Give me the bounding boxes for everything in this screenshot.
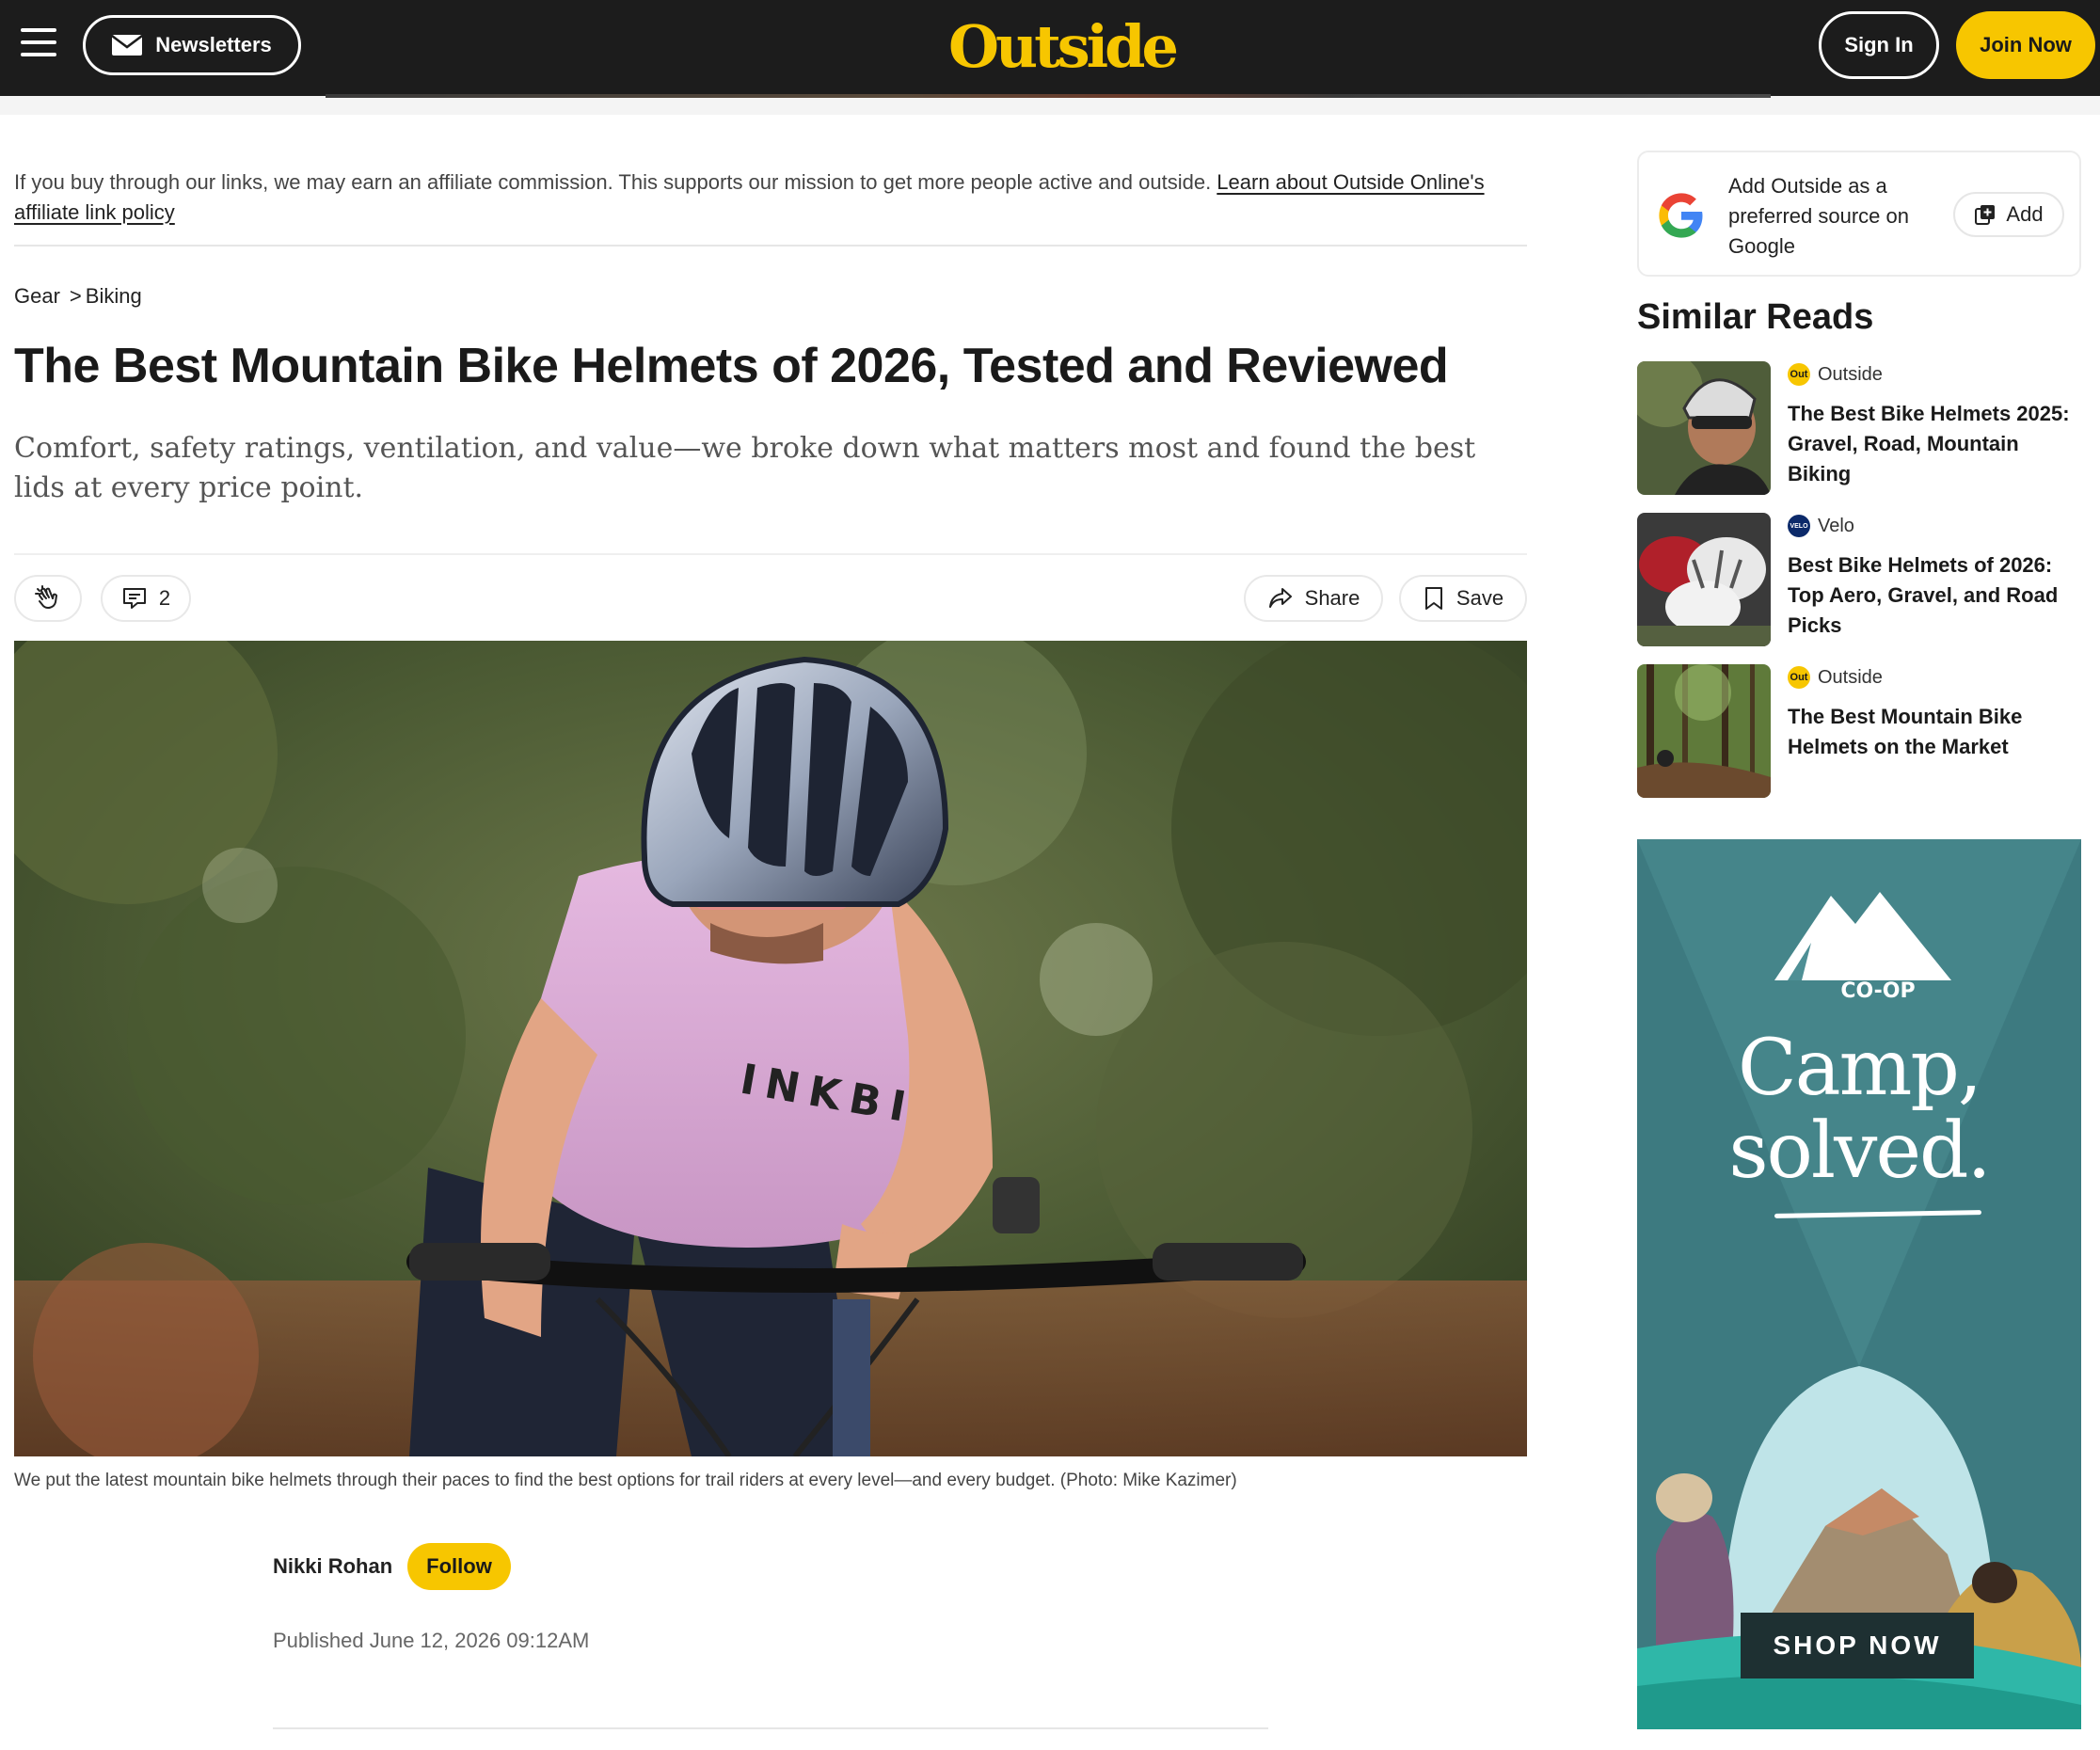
google-icon <box>1659 193 1703 238</box>
add-label: Add <box>2006 202 2044 226</box>
breadcrumb-gear[interactable]: Gear <box>14 284 60 309</box>
clap-icon <box>35 585 57 609</box>
outside-logo[interactable]: Outside <box>948 9 1179 85</box>
sign-in-button[interactable]: Sign In <box>1819 11 1939 79</box>
similar-read-title: Best Bike Helmets of 2026: Top Aero, Gra… <box>1788 553 2059 637</box>
article-headline: The Best Mountain Bike Helmets of 2026, … <box>14 339 1449 393</box>
affiliate-disclaimer: If you buy through our links, we may ear… <box>14 167 1529 228</box>
outside-source-icon: Out <box>1788 666 1810 689</box>
newsletters-button[interactable]: Newsletters <box>83 15 301 75</box>
preferred-source-text: Add Outside as a preferred source on Goo… <box>1728 174 1909 258</box>
article-dek: Comfort, safety ratings, ventilation, an… <box>14 432 1476 504</box>
similar-read-title: The Best Bike Helmets 2025: Gravel, Road… <box>1788 402 2070 485</box>
nav-ad-strip-background <box>0 96 2100 115</box>
author-name[interactable]: Nikki Rohan <box>273 1554 392 1579</box>
shop-now-button[interactable]: SHOP NOW <box>1741 1613 1974 1678</box>
comment-icon <box>122 588 146 609</box>
divider <box>273 1727 1268 1729</box>
follow-author-button[interactable]: Follow <box>407 1543 511 1590</box>
similar-read-source: Out Outside <box>1788 361 1883 388</box>
save-button[interactable]: Save <box>1399 575 1527 622</box>
similar-read-source-name: Outside <box>1818 363 1883 385</box>
outside-source-icon: Out <box>1788 363 1810 386</box>
similar-read-thumbnail <box>1637 664 1771 798</box>
velo-source-icon: VELO <box>1788 515 1810 537</box>
add-preferred-source-button[interactable]: Add <box>1953 192 2064 237</box>
bookmark-icon <box>1424 587 1442 610</box>
share-icon <box>1268 588 1292 608</box>
hero-caption: We put the latest mountain bike helmets … <box>14 1471 1237 1490</box>
published-date: Published June 12, 2026 09:12AM <box>273 1629 590 1652</box>
similar-read-source: VELO Velo <box>1788 513 1854 539</box>
clap-button[interactable] <box>14 575 82 622</box>
similar-read-source: Out Outside <box>1788 664 1883 691</box>
add-source-icon <box>1975 205 1996 225</box>
comment-count: 2 <box>158 586 171 610</box>
similar-read-source-name: Velo <box>1818 515 1854 536</box>
breadcrumb-separator: > <box>69 284 82 308</box>
rei-brand-sub-text: CO-OP <box>1840 979 1915 1003</box>
breadcrumb: Gear > Biking <box>14 284 142 309</box>
similar-read-item[interactable]: VELO Velo Best Bike Helmets of 2026: Top… <box>1637 513 2081 646</box>
nav-ad-strip <box>326 94 1771 98</box>
ad-headline: Camp, solved. <box>1728 1024 1991 1196</box>
hamburger-menu-icon[interactable] <box>21 28 56 60</box>
rei-brand-text: REI <box>1815 925 1911 986</box>
similar-reads-heading: Similar Reads <box>1637 297 1874 337</box>
rei-advertisement[interactable]: REI CO-OP Camp, solved. SHOP NOW <box>1637 839 2081 1729</box>
divider <box>14 553 1527 555</box>
top-navigation-bar: Newsletters Outside Sign In Join Now <box>0 0 2100 96</box>
breadcrumb-biking[interactable]: Biking <box>86 284 142 309</box>
share-label: Share <box>1304 586 1360 610</box>
envelope-icon <box>112 35 143 56</box>
hero-image: INKBIK <box>14 641 1527 1456</box>
affiliate-disclaimer-text: If you buy through our links, we may ear… <box>14 170 1217 194</box>
similar-read-item[interactable]: Out Outside The Best Mountain Bike Helme… <box>1637 664 2081 798</box>
divider <box>14 245 1527 247</box>
preferred-source-card: Add Outside as a preferred source on Goo… <box>1637 151 2081 277</box>
share-button[interactable]: Share <box>1244 575 1383 622</box>
similar-read-title: The Best Mountain Bike Helmets on the Ma… <box>1788 705 2023 758</box>
save-label: Save <box>1456 586 1504 610</box>
similar-read-source-name: Outside <box>1818 666 1883 688</box>
similar-read-item[interactable]: Out Outside The Best Bike Helmets 2025: … <box>1637 361 2081 495</box>
join-now-button[interactable]: Join Now <box>1956 11 2095 79</box>
similar-read-thumbnail <box>1637 513 1771 646</box>
comments-button[interactable]: 2 <box>101 575 191 622</box>
similar-read-thumbnail <box>1637 361 1771 495</box>
newsletters-label: Newsletters <box>155 33 272 56</box>
